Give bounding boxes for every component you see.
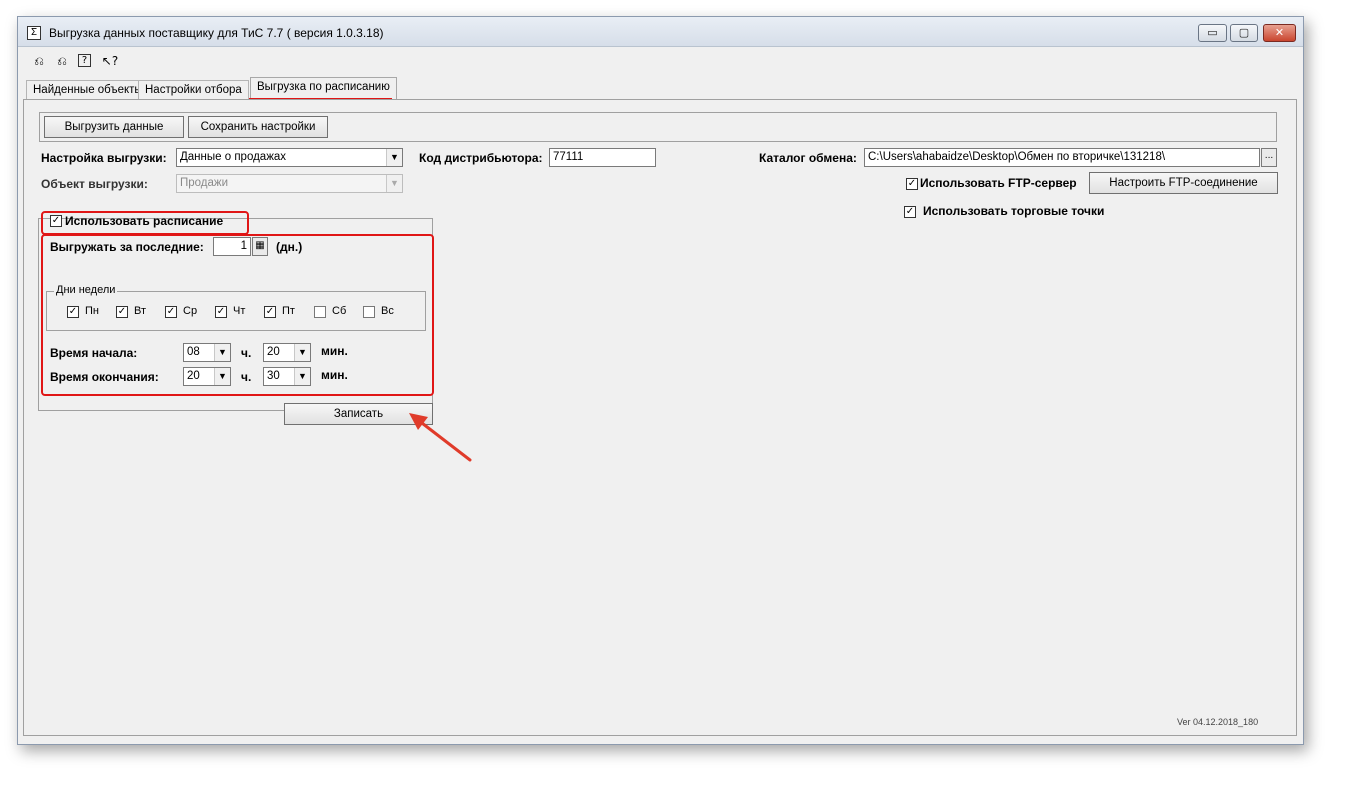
annotation-arrow-icon xyxy=(409,413,472,462)
